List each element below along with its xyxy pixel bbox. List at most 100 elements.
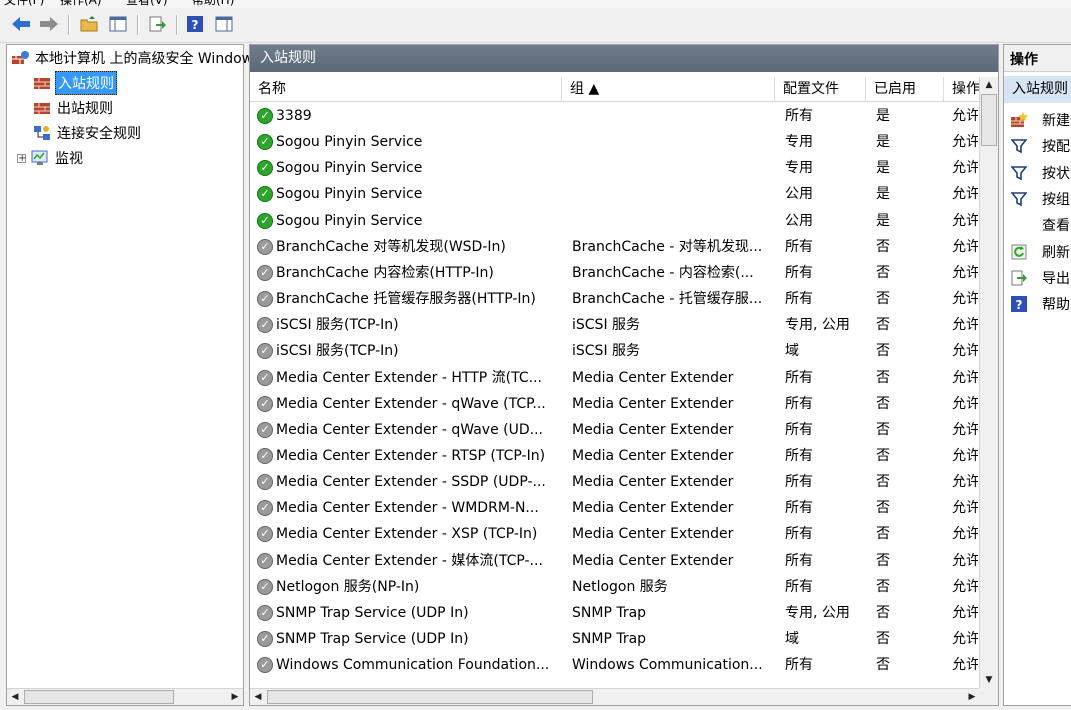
show-hide-tree-icon[interactable] bbox=[107, 13, 129, 35]
column-action[interactable]: 操作 bbox=[944, 77, 980, 101]
table-row[interactable]: ✓ SNMP Trap Service (UDP In) SNMP Trap 专用, … bbox=[250, 600, 980, 626]
table-row[interactable]: ✓ Media Center Extender - XSP (TCP-In) Med… bbox=[250, 521, 980, 547]
action-item[interactable]: 按配置文件筛选 bbox=[1010, 133, 1071, 159]
action-item[interactable]: 按组筛选 bbox=[1010, 186, 1071, 212]
tree-horizontal-scrollbar[interactable]: ◀ ▶ bbox=[7, 688, 243, 705]
show-hide-action-icon[interactable] bbox=[213, 13, 235, 35]
disabled-check-icon: ✓ bbox=[257, 447, 273, 464]
scroll-left-icon[interactable]: ◀ bbox=[250, 689, 266, 705]
blank-icon bbox=[1010, 216, 1028, 234]
table-row[interactable]: ✓ iSCSI 服务(TCP-In) iSCSI 服务 专用, 公用 否 允许 bbox=[250, 312, 980, 338]
disabled-check-icon: ✓ bbox=[257, 369, 273, 386]
action-item[interactable]: 导出列表... bbox=[1010, 265, 1071, 291]
table-row[interactable]: ✓ BranchCache 托管缓存服务器(HTTP-In) BranchCache… bbox=[250, 286, 980, 312]
menu-file[interactable]: 文件(F) bbox=[4, 0, 44, 8]
scroll-corner bbox=[979, 688, 998, 705]
scroll-right-icon[interactable]: ▶ bbox=[964, 689, 980, 705]
scroll-right-icon[interactable]: ▶ bbox=[227, 689, 243, 705]
tree-item-label: 连接安全规则 bbox=[57, 126, 141, 142]
scroll-up-icon[interactable]: ▲ bbox=[981, 77, 997, 93]
rule-name-cell: ✓ Media Center Extender - qWave (TCP... bbox=[257, 391, 561, 417]
table-row[interactable]: ✓ Sogou Pinyin Service 公用 是 允许 bbox=[250, 208, 980, 234]
rules-vertical-scrollbar[interactable]: ▲ ▼ bbox=[979, 77, 998, 689]
rule-profile: 所有 bbox=[785, 500, 813, 517]
action-item[interactable]: 新建规则... bbox=[1010, 107, 1071, 133]
rule-name: Sogou Pinyin Service bbox=[276, 212, 423, 229]
action-item[interactable]: ? 帮助 bbox=[1010, 291, 1070, 317]
tree-item-connection-security[interactable]: 连接安全规则 bbox=[33, 122, 143, 144]
scroll-down-icon[interactable]: ▼ bbox=[981, 672, 997, 688]
export-icon[interactable] bbox=[146, 13, 168, 35]
rule-action: 允许 bbox=[952, 395, 978, 412]
rule-profile: 专用, 公用 bbox=[785, 317, 850, 334]
table-row[interactable]: ✓ Sogou Pinyin Service 专用 是 允许 bbox=[250, 129, 980, 155]
table-row[interactable]: ✓ BranchCache 内容检索(HTTP-In) BranchCache - … bbox=[250, 260, 980, 286]
table-row[interactable]: ✓ 3389 所有 是 允许 bbox=[250, 103, 980, 129]
table-row[interactable]: ✓ Windows Communication Foundation... Wind… bbox=[250, 652, 980, 678]
rules-horizontal-scrollbar[interactable]: ◀ ▶ bbox=[250, 688, 980, 705]
actions-section-header[interactable]: 入站规则 bbox=[1004, 76, 1071, 103]
tree-item-inbound[interactable]: 入站规则 bbox=[33, 71, 117, 95]
column-profile[interactable]: 配置文件 bbox=[775, 77, 866, 101]
rule-name: Netlogon 服务(NP-In) bbox=[276, 578, 420, 595]
back-icon[interactable] bbox=[10, 13, 32, 35]
table-row[interactable]: ✓ BranchCache 对等机发现(WSD-In) BranchCache - … bbox=[250, 234, 980, 260]
rule-name: Media Center Extender - RTSP (TCP-In) bbox=[276, 447, 546, 464]
rule-action: 允许 bbox=[952, 160, 978, 177]
filter-icon bbox=[1010, 190, 1028, 208]
rule-name: Media Center Extender - XSP (TCP-In) bbox=[276, 526, 538, 543]
table-row[interactable]: ✓ SNMP Trap Service (UDP In) SNMP Trap 域 否 允许 bbox=[250, 626, 980, 652]
table-row[interactable]: ✓ Sogou Pinyin Service 专用 是 允许 bbox=[250, 155, 980, 181]
inbound-rules-icon bbox=[33, 76, 51, 90]
tree-item-monitoring[interactable]: + 监视 bbox=[17, 147, 85, 169]
action-item[interactable]: 查看 bbox=[1010, 212, 1070, 238]
forward-icon[interactable] bbox=[38, 13, 60, 35]
menu-action[interactable]: 操作(A) bbox=[60, 0, 102, 8]
scroll-thumb[interactable] bbox=[267, 690, 593, 704]
table-row[interactable]: ✓ Media Center Extender - qWave (TCP... Me… bbox=[250, 391, 980, 417]
rule-profile: 所有 bbox=[785, 369, 813, 386]
help-icon[interactable]: ? bbox=[184, 13, 206, 35]
rule-name-cell: ✓ Sogou Pinyin Service bbox=[257, 181, 561, 207]
tree-item-outbound[interactable]: 出站规则 bbox=[33, 97, 115, 119]
up-folder-icon[interactable] bbox=[78, 13, 100, 35]
expand-icon[interactable]: + bbox=[17, 153, 26, 163]
menu-bar: 文件(F) 操作(A) 查看(V) 帮助(H) bbox=[0, 0, 1071, 8]
table-row[interactable]: ✓ Netlogon 服务(NP-In) Netlogon 服务 所有 否 允许 bbox=[250, 574, 980, 600]
rule-action: 允许 bbox=[952, 343, 978, 360]
rule-profile: 专用 bbox=[785, 160, 813, 177]
rule-enabled: 是 bbox=[876, 186, 890, 203]
scroll-thumb[interactable] bbox=[981, 94, 997, 146]
scroll-thumb[interactable] bbox=[24, 690, 174, 704]
menu-view[interactable]: 查看(V) bbox=[126, 0, 168, 8]
table-row[interactable]: ✓ Media Center Extender - qWave (UD... Med… bbox=[250, 417, 980, 443]
rule-group bbox=[572, 103, 772, 129]
rule-name: Media Center Extender - qWave (TCP... bbox=[276, 395, 546, 412]
column-enabled[interactable]: 已启用 bbox=[866, 77, 944, 101]
action-item[interactable]: 按状态筛选 bbox=[1010, 160, 1071, 186]
new-rule-icon bbox=[1010, 111, 1028, 129]
table-row[interactable]: ✓ Media Center Extender - RTSP (TCP-In) Me… bbox=[250, 443, 980, 469]
table-row[interactable]: ✓ Sogou Pinyin Service 公用 是 允许 bbox=[250, 181, 980, 207]
rule-profile: 所有 bbox=[785, 421, 813, 438]
rule-group bbox=[572, 129, 772, 155]
column-header: 名称 组 ▲ 配置文件 已启用 操作 bbox=[250, 77, 980, 102]
column-name[interactable]: 名称 bbox=[250, 77, 562, 101]
rule-name-cell: ✓ SNMP Trap Service (UDP In) bbox=[257, 600, 561, 626]
table-row[interactable]: ✓ Media Center Extender - 媒体流(TCP-... Medi… bbox=[250, 548, 980, 574]
rule-name: Sogou Pinyin Service bbox=[276, 160, 423, 177]
action-label: 新建规则... bbox=[1042, 113, 1071, 129]
table-row[interactable]: ✓ Media Center Extender - HTTP 流(TC... Med… bbox=[250, 365, 980, 391]
disabled-check-icon: ✓ bbox=[257, 395, 273, 412]
action-item[interactable]: 刷新 bbox=[1010, 239, 1070, 265]
menu-help[interactable]: 帮助(H) bbox=[192, 0, 234, 8]
table-row[interactable]: ✓ Media Center Extender - SSDP (UDP-... Me… bbox=[250, 469, 980, 495]
table-row[interactable]: ✓ Media Center Extender - WMDRM-N... Media… bbox=[250, 495, 980, 521]
rule-action: 允许 bbox=[952, 526, 978, 543]
rule-name-cell: ✓ Media Center Extender - SSDP (UDP-... bbox=[257, 469, 561, 495]
scroll-left-icon[interactable]: ◀ bbox=[7, 689, 23, 705]
table-row[interactable]: ✓ iSCSI 服务(TCP-In) iSCSI 服务 域 否 允许 bbox=[250, 338, 980, 364]
disabled-check-icon: ✓ bbox=[257, 421, 273, 438]
column-group[interactable]: 组 ▲ bbox=[562, 77, 775, 101]
rule-name-cell: ✓ Media Center Extender - qWave (UD... bbox=[257, 417, 561, 443]
